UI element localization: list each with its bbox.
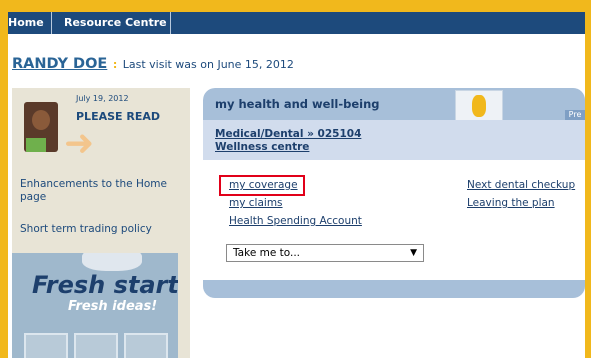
- greeting: RANDY DOE : Last visit was on June 15, 2…: [12, 56, 294, 72]
- link-leaving-the-plan[interactable]: Leaving the plan: [467, 197, 555, 209]
- promo-subtitle: Fresh ideas!: [68, 299, 158, 314]
- take-me-to-dropdown[interactable]: Take me to... ▼: [226, 244, 424, 262]
- last-visit-text: Last visit was on June 15, 2012: [122, 58, 294, 71]
- face-shape: [32, 110, 50, 130]
- promo-title: Fresh start?: [32, 271, 178, 299]
- arrow-right-icon: ➜: [64, 123, 95, 164]
- plan-link-medical-dental[interactable]: Medical/Dental » 025104: [215, 128, 361, 140]
- link-next-dental-checkup[interactable]: Next dental checkup: [467, 179, 575, 191]
- link-my-claims[interactable]: my claims: [229, 197, 283, 209]
- frame-top: [0, 0, 591, 12]
- greeting-separator: :: [112, 58, 118, 71]
- promo-tile: [74, 333, 118, 358]
- nav-separator: [170, 12, 171, 34]
- frame-right: [585, 0, 591, 358]
- user-name-link[interactable]: RANDY DOE: [12, 56, 107, 72]
- reading-woman-image[interactable]: [24, 102, 58, 152]
- plan-link-wellness-centre[interactable]: Wellness centre: [215, 141, 309, 153]
- nav-separator: [51, 12, 52, 34]
- highlight-box: [219, 175, 305, 196]
- please-read-link[interactable]: PLEASE READ: [76, 110, 160, 123]
- panel-header: my health and well-being Pre: [203, 88, 585, 124]
- panel-title: my health and well-being: [215, 97, 380, 111]
- sidebar-link-enhancements[interactable]: Enhancements to the Home page: [20, 178, 170, 204]
- dropdown-selected-value: Take me to...: [233, 247, 301, 259]
- cloth-graphic: [82, 253, 142, 271]
- plan-bar: Medical/Dental » 025104 Wellness centre: [203, 120, 585, 160]
- frame-left: [0, 0, 8, 358]
- top-navigation: Home Resource Centre: [8, 12, 585, 34]
- promo-banner[interactable]: Fresh start? Fresh ideas!: [12, 253, 178, 358]
- nav-resource-centre[interactable]: Resource Centre: [64, 12, 167, 34]
- yoga-figure: [472, 95, 486, 117]
- promo-tile: [124, 333, 168, 358]
- chevron-down-icon: ▼: [410, 248, 417, 258]
- nav-home[interactable]: Home: [8, 12, 44, 34]
- yoga-image: [455, 90, 503, 124]
- sidebar-link-trading-policy[interactable]: Short term trading policy: [20, 223, 152, 236]
- panel-footer: [203, 280, 585, 298]
- link-health-spending-account[interactable]: Health Spending Account: [229, 215, 362, 227]
- previous-button[interactable]: Pre: [565, 110, 585, 120]
- notice-date: July 19, 2012: [76, 94, 129, 103]
- promo-tile: [24, 333, 68, 358]
- book-shape: [26, 138, 46, 152]
